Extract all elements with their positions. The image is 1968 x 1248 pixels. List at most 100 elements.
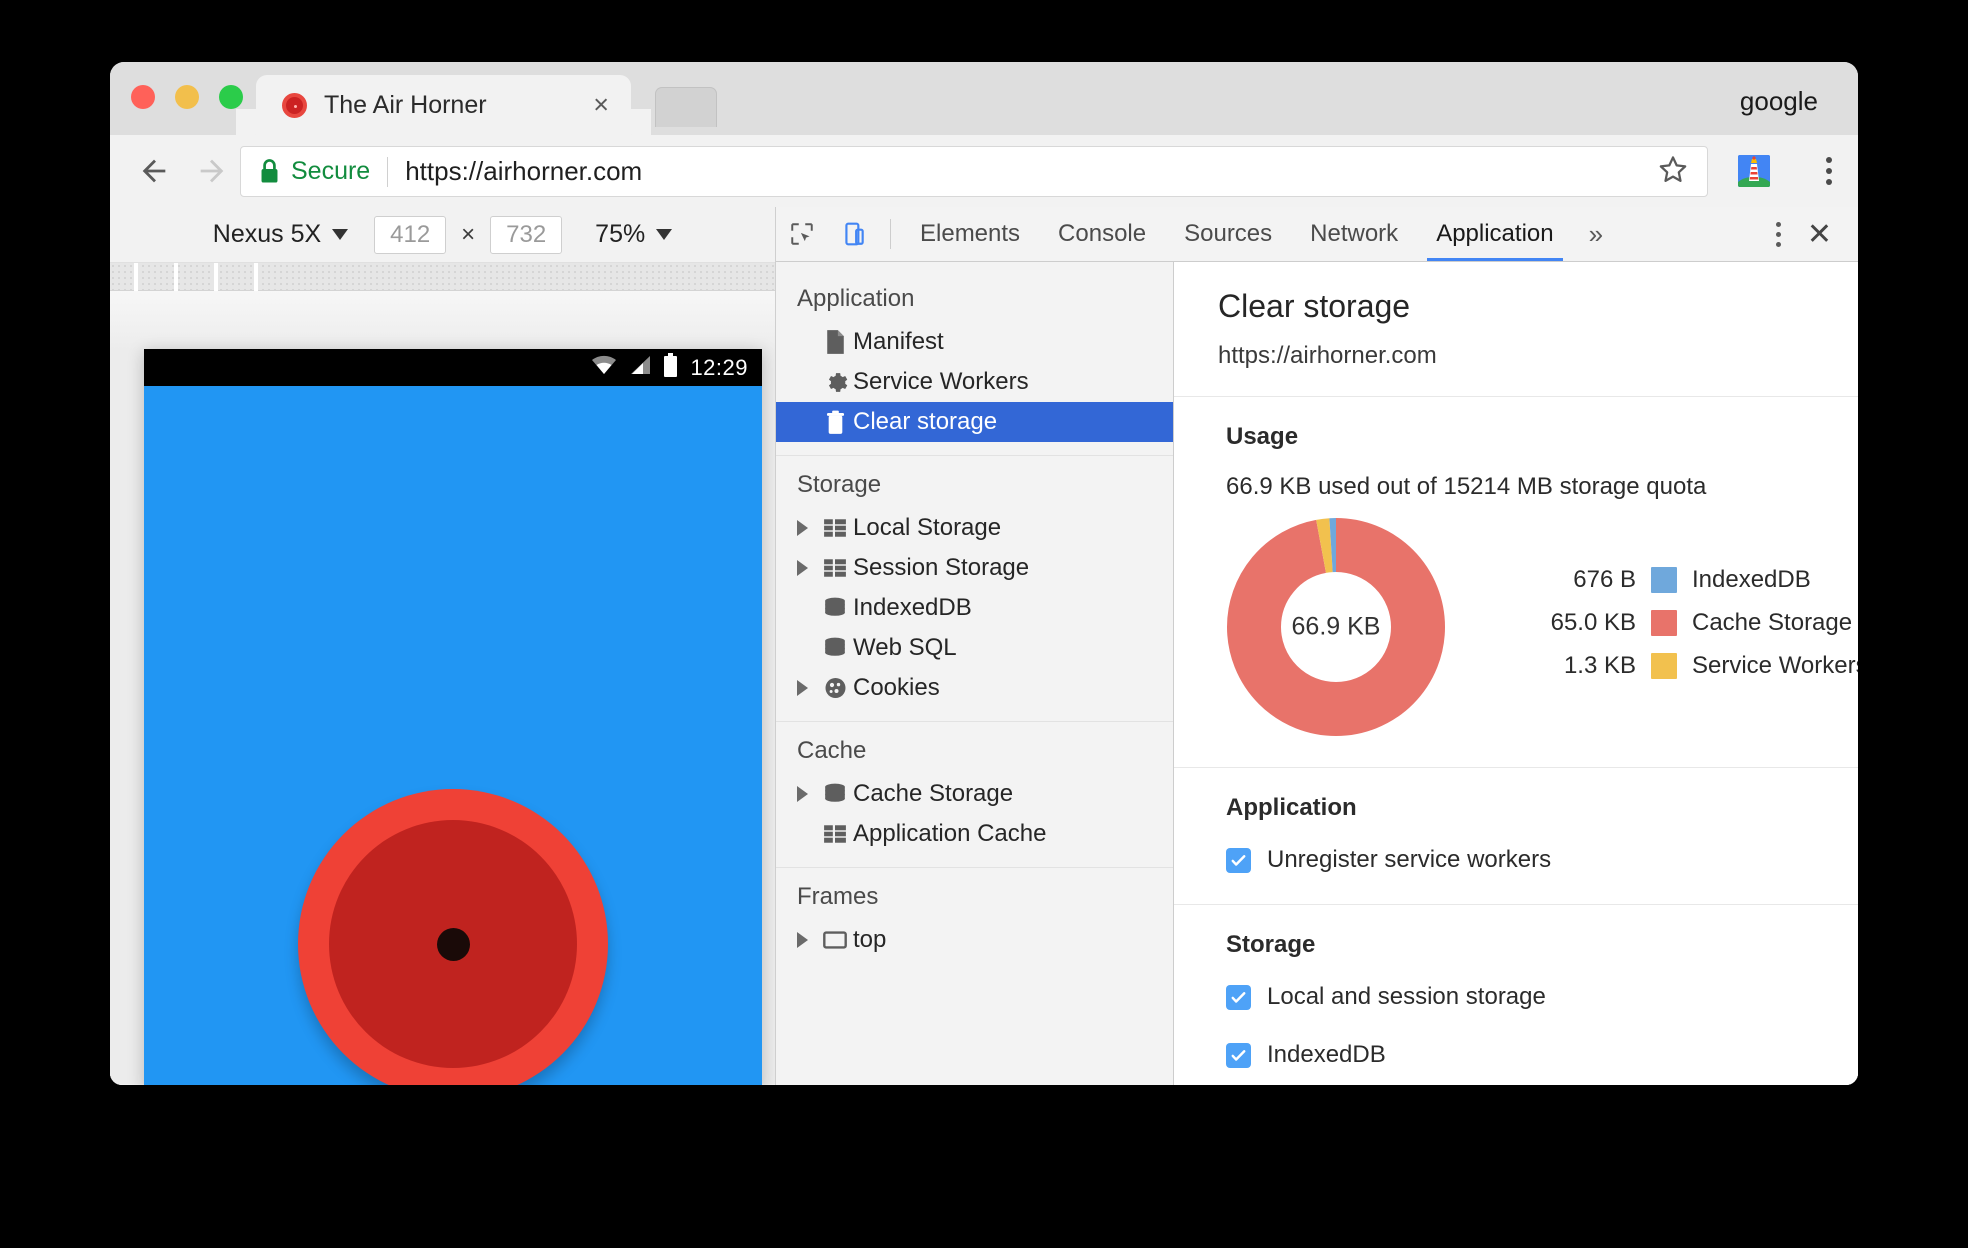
minimize-window-button[interactable]	[175, 85, 199, 109]
legend-label: IndexedDB	[1692, 565, 1811, 593]
application-sidebar-tree: Application Manifest Service Workers Cle…	[776, 262, 1174, 1085]
tree-group-title: Application	[797, 285, 915, 313]
inspect-element-button[interactable]	[776, 207, 828, 261]
sidebar-item-top-frame[interactable]: top	[776, 920, 1173, 960]
zoom-select[interactable]: 75%	[595, 220, 673, 249]
more-tabs-icon[interactable]: »	[1573, 207, 1619, 261]
devtools-more-options-icon[interactable]	[1754, 221, 1803, 247]
browser-toolbar: Secure https://airhorner.com	[110, 135, 1858, 207]
legend-label: Cache Storage	[1692, 608, 1853, 636]
content-area: Nexus 5X 412 × 732 75% 12:29 Elements Co…	[110, 207, 1858, 1085]
toggle-device-toolbar-icon	[845, 222, 864, 246]
close-tab-icon[interactable]: ×	[593, 91, 609, 119]
device-viewport[interactable]: 12:29	[144, 349, 762, 1085]
database-icon	[817, 597, 853, 619]
viewport-ruler[interactable]	[110, 263, 775, 291]
sidebar-item-cookies[interactable]: Cookies	[776, 668, 1173, 708]
tree-group-storage: Storage Local Storage Session Storage In…	[776, 456, 1173, 723]
device-height-input[interactable]: 732	[490, 215, 563, 254]
table-icon	[817, 518, 853, 538]
checkbox-row-indexeddb[interactable]: IndexedDB	[1226, 1041, 1858, 1069]
close-devtools-icon[interactable]: ✕	[1803, 217, 1858, 252]
device-width-input[interactable]: 412	[374, 215, 447, 254]
sidebar-item-manifest[interactable]: Manifest	[776, 322, 1173, 362]
profile-name-label[interactable]: google	[1740, 86, 1818, 117]
storage-clear-section: Storage Local and session storage Indexe…	[1174, 905, 1858, 1085]
section-title-storage: Storage	[1226, 931, 1316, 959]
sidebar-item-indexeddb[interactable]: IndexedDB	[776, 588, 1173, 628]
checkbox-checked-icon[interactable]	[1226, 1042, 1251, 1068]
sidebar-item-label: Service Workers	[853, 368, 1029, 396]
tab-console[interactable]: Console	[1039, 207, 1165, 261]
checkbox-checked-icon[interactable]	[1226, 847, 1251, 873]
checkbox-row-local-session-storage[interactable]: Local and session storage	[1226, 983, 1858, 1011]
secure-lock-icon	[258, 158, 281, 185]
tab-elements[interactable]: Elements	[901, 207, 1039, 261]
sidebar-item-clear-storage[interactable]: Clear storage	[776, 402, 1173, 443]
sidebar-item-service-workers[interactable]: Service Workers	[776, 362, 1173, 402]
forward-arrow-icon	[200, 159, 224, 183]
gear-icon	[817, 370, 853, 395]
checkbox-row-unregister-service-workers[interactable]: Unregister service workers	[1226, 846, 1858, 874]
sidebar-item-cache-storage[interactable]: Cache Storage	[776, 774, 1173, 814]
devtools-panel: Elements Console Sources Network Applica…	[776, 207, 1858, 1085]
tree-group-title: Cache	[797, 737, 867, 765]
expand-arrow-icon[interactable]	[797, 520, 817, 537]
usage-chart-row: 66.9 KB 676 B IndexedDB 65.0 KB Cache St…	[1226, 517, 1858, 737]
sidebar-item-local-storage[interactable]: Local Storage	[776, 508, 1173, 548]
expand-arrow-icon[interactable]	[797, 786, 817, 803]
usage-summary-text: 66.9 KB used out of 15214 MB storage quo…	[1226, 473, 1707, 501]
table-icon	[817, 558, 853, 578]
airhorn-outer-ring	[298, 789, 608, 1085]
bookmark-star-icon[interactable]	[1656, 152, 1690, 191]
new-tab-button[interactable]	[655, 87, 717, 127]
tab-sources[interactable]: Sources	[1165, 207, 1291, 261]
sidebar-item-label: Cookies	[853, 674, 940, 702]
legend-item: 676 B IndexedDB	[1508, 563, 1858, 597]
database-icon	[817, 783, 853, 805]
sidebar-item-label: top	[853, 926, 887, 954]
airhorn-button[interactable]	[298, 789, 608, 1085]
checkbox-checked-icon[interactable]	[1226, 984, 1251, 1010]
chevron-down-icon	[656, 229, 673, 240]
sidebar-item-application-cache[interactable]: Application Cache	[776, 814, 1173, 854]
legend-swatch	[1651, 566, 1677, 593]
chrome-menu-icon[interactable]	[1826, 157, 1832, 185]
sidebar-item-label: Manifest	[853, 328, 944, 356]
legend-label: Service Workers	[1692, 651, 1858, 679]
toggle-device-toolbar-button[interactable]	[828, 207, 880, 261]
expand-arrow-icon[interactable]	[797, 560, 817, 577]
sidebar-item-label: Clear storage	[853, 408, 998, 436]
sidebar-item-session-storage[interactable]: Session Storage	[776, 548, 1173, 588]
database-icon	[817, 637, 853, 659]
sidebar-item-web-sql[interactable]: Web SQL	[776, 628, 1173, 668]
wifi-icon	[591, 355, 617, 380]
browser-tab-active[interactable]: The Air Horner ×	[236, 75, 651, 135]
zoom-level-label: 75%	[595, 220, 646, 248]
maximize-window-button[interactable]	[219, 85, 243, 109]
address-bar[interactable]: Secure https://airhorner.com	[240, 146, 1708, 197]
device-canvas: 12:29	[110, 291, 775, 1085]
tab-network[interactable]: Network	[1291, 207, 1417, 261]
legend-value: 1.3 KB	[1563, 651, 1636, 679]
device-emulation-toolbar: Nexus 5X 412 × 732 75%	[110, 207, 775, 263]
tab-application[interactable]: Application	[1417, 207, 1572, 262]
back-button[interactable]	[132, 149, 176, 193]
url-text[interactable]: https://airhorner.com	[405, 156, 642, 187]
forward-button[interactable]	[190, 149, 234, 193]
device-select[interactable]: Nexus 5X	[213, 220, 349, 249]
airhorn-inner-circle	[329, 820, 577, 1068]
tab-strip: The Air Horner × google	[110, 62, 1858, 135]
lighthouse-extension-icon[interactable]	[1738, 155, 1770, 187]
expand-arrow-icon[interactable]	[797, 680, 817, 697]
donut-center-label: 66.9 KB	[1291, 612, 1381, 641]
checkbox-label: Local and session storage	[1267, 983, 1546, 1011]
tree-group-title: Frames	[797, 883, 879, 911]
secure-label: Secure	[291, 157, 371, 185]
devtools-toolbar-right: ✕	[1733, 207, 1858, 261]
expand-arrow-icon[interactable]	[797, 932, 817, 949]
legend-swatch	[1651, 609, 1677, 636]
airhorn-center-dot	[436, 927, 470, 961]
close-window-button[interactable]	[131, 85, 155, 109]
trash-icon	[817, 410, 853, 435]
